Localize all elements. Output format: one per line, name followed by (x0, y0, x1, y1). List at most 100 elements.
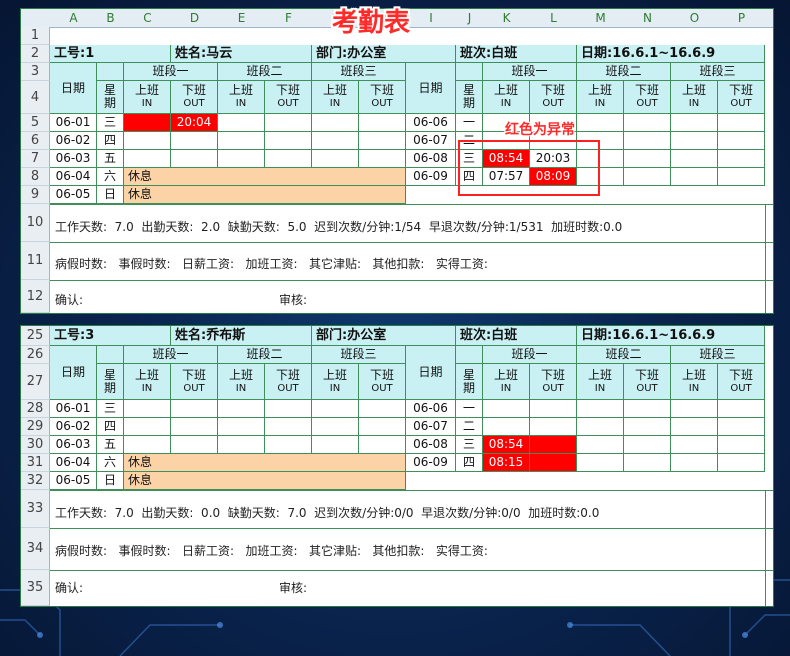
header-out-3[interactable]: 下班 OUT (718, 81, 765, 114)
rest-day-cell[interactable]: 休息 (124, 472, 406, 490)
time-cell[interactable] (218, 400, 265, 418)
weekday-cell[interactable]: 三 (97, 114, 124, 132)
header-in-2[interactable]: 上班 IN (218, 81, 265, 114)
time-cell[interactable] (530, 418, 577, 436)
confirm-label[interactable]: 确认: (55, 291, 83, 308)
clock-in-cell-abnormal[interactable]: 08:15 (483, 454, 530, 472)
time-cell[interactable] (312, 436, 359, 454)
time-cell[interactable] (359, 400, 406, 418)
header-in-1[interactable]: 上班 IN (483, 81, 530, 114)
row-number[interactable]: 31 (21, 454, 50, 472)
header-shift3[interactable]: 班段三 (671, 63, 765, 81)
header-in-3[interactable]: 上班 IN (671, 364, 718, 400)
salary-summary-row[interactable]: 病假时数: 事假时数: 日薪工资: 加班工资: 其它津贴: 其他扣款: 实得工资… (55, 542, 488, 559)
time-cell[interactable] (218, 436, 265, 454)
header-out-1[interactable]: 下班 OUT (171, 81, 218, 114)
header-blank[interactable] (456, 346, 483, 364)
time-cell[interactable] (718, 168, 765, 186)
header-shift2[interactable]: 班段二 (218, 63, 312, 81)
time-cell[interactable] (171, 436, 218, 454)
header-shift1[interactable]: 班段一 (483, 63, 577, 81)
time-cell[interactable] (218, 132, 265, 150)
header-weekday[interactable]: 星期 (97, 81, 124, 114)
header-date[interactable]: 日期 (406, 63, 456, 114)
column-header-k[interactable]: K (483, 9, 530, 27)
header-blank[interactable] (97, 346, 124, 364)
date-cell[interactable]: 06-08 (406, 436, 456, 454)
row-number[interactable]: 5 (21, 114, 50, 132)
date-cell[interactable]: 06-07 (406, 132, 456, 150)
date-cell[interactable]: 06-05 (50, 186, 97, 204)
time-cell[interactable] (671, 168, 718, 186)
header-date[interactable]: 日期 (50, 346, 97, 400)
time-cell[interactable] (671, 114, 718, 132)
column-header-o[interactable]: O (671, 9, 718, 27)
date-cell[interactable]: 06-02 (50, 418, 97, 436)
column-header-m[interactable]: M (577, 9, 624, 27)
column-header-e[interactable]: E (218, 9, 265, 27)
clock-in-cell-abnormal[interactable]: 08:54 (483, 436, 530, 454)
time-cell[interactable] (718, 400, 765, 418)
time-cell[interactable] (483, 400, 530, 418)
date-cell[interactable]: 06-02 (50, 132, 97, 150)
time-cell[interactable] (577, 114, 624, 132)
employee-id-cell[interactable]: 工号:3 (50, 326, 171, 346)
date-cell[interactable]: 06-06 (406, 114, 456, 132)
date-cell[interactable]: 06-05 (50, 472, 97, 490)
weekday-cell[interactable]: 日 (97, 472, 124, 490)
date-cell[interactable]: 06-04 (50, 454, 97, 472)
rest-day-cell[interactable]: 休息 (124, 186, 406, 204)
header-weekday[interactable]: 星期 (97, 364, 124, 400)
date-range-cell[interactable]: 日期:16.6.1~16.6.9 (577, 45, 765, 63)
date-cell[interactable]: 06-03 (50, 150, 97, 168)
shift-type-cell[interactable]: 班次:白班 (456, 45, 577, 63)
time-cell[interactable] (530, 400, 577, 418)
clock-out-cell-abnormal[interactable]: 20:04 (171, 114, 218, 132)
header-out-2[interactable]: 下班 OUT (624, 364, 671, 400)
time-cell[interactable] (718, 150, 765, 168)
header-shift2[interactable]: 班段二 (577, 346, 671, 364)
column-header-l[interactable]: L (530, 9, 577, 27)
header-in-1[interactable]: 上班 IN (124, 364, 171, 400)
header-out-3[interactable]: 下班 OUT (359, 364, 406, 400)
clock-out-cell-abnormal[interactable] (530, 436, 577, 454)
row-number[interactable]: 29 (21, 418, 50, 436)
row-number[interactable]: 30 (21, 436, 50, 454)
row-number[interactable]: 11 (21, 242, 50, 280)
time-cell[interactable] (624, 436, 671, 454)
rest-day-cell[interactable]: 休息 (124, 454, 406, 472)
attendance-summary-row[interactable]: 工作天数: 7.0 出勤天数: 0.0 缺勤天数: 7.0 迟到次数/分钟:0/… (55, 504, 599, 521)
time-cell[interactable] (624, 168, 671, 186)
employee-name-cell[interactable]: 姓名:乔布斯 (171, 326, 312, 346)
row-number[interactable]: 8 (21, 168, 50, 186)
time-cell[interactable] (359, 436, 406, 454)
column-header-n[interactable]: N (624, 9, 671, 27)
weekday-cell[interactable]: 四 (97, 418, 124, 436)
time-cell[interactable] (718, 454, 765, 472)
row-number[interactable]: 9 (21, 186, 50, 204)
row-number[interactable]: 2 (21, 45, 50, 63)
header-out-1[interactable]: 下班 OUT (530, 364, 577, 400)
time-cell[interactable] (671, 436, 718, 454)
time-cell[interactable] (171, 418, 218, 436)
date-cell[interactable]: 06-03 (50, 436, 97, 454)
time-cell[interactable] (624, 114, 671, 132)
time-cell[interactable] (312, 132, 359, 150)
row-number[interactable]: 34 (21, 528, 50, 570)
time-cell[interactable] (218, 418, 265, 436)
date-cell[interactable]: 06-01 (50, 400, 97, 418)
department-cell[interactable]: 部门:办公室 (312, 45, 456, 63)
row-number[interactable]: 4 (21, 81, 50, 114)
time-cell[interactable] (265, 418, 312, 436)
header-in-2[interactable]: 上班 IN (577, 81, 624, 114)
header-shift1[interactable]: 班段一 (124, 63, 218, 81)
header-shift2[interactable]: 班段二 (218, 346, 312, 364)
header-shift3[interactable]: 班段三 (671, 346, 765, 364)
header-in-2[interactable]: 上班 IN (577, 364, 624, 400)
rest-day-cell[interactable]: 休息 (124, 168, 406, 186)
row-number[interactable]: 25 (21, 326, 50, 346)
weekday-cell[interactable]: 五 (97, 436, 124, 454)
time-cell[interactable] (124, 418, 171, 436)
time-cell[interactable] (359, 150, 406, 168)
time-cell[interactable] (671, 400, 718, 418)
